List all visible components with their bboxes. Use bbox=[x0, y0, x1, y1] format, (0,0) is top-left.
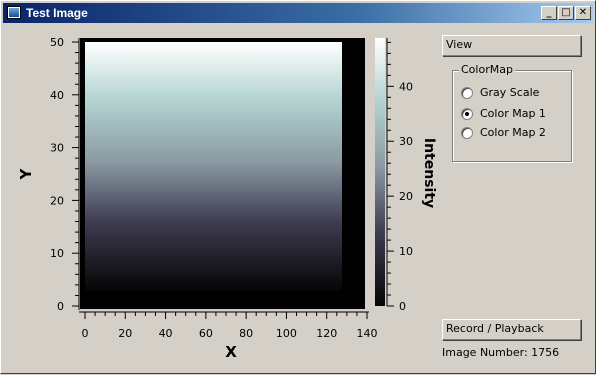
x-tick-label: 100 bbox=[276, 327, 297, 340]
image-number-label: Image Number: 1756 bbox=[442, 346, 560, 359]
colormap-group: ColorMap Gray Scale Color Map 1 Color Ma… bbox=[452, 63, 572, 162]
y-axis-label: Y bbox=[17, 167, 35, 180]
colorbar bbox=[375, 38, 385, 306]
view-button[interactable]: View bbox=[442, 35, 581, 56]
x-tick-label: 120 bbox=[316, 327, 337, 340]
x-tick-label: 140 bbox=[357, 327, 378, 340]
record-playback-button[interactable]: Record / Playback bbox=[442, 319, 581, 340]
main-window: Test Image _ □ ✕ 0 10 20 30 40 50 0 20 4… bbox=[0, 0, 596, 374]
y-tick-label: 50 bbox=[50, 36, 64, 49]
x-tick-label: 60 bbox=[199, 327, 213, 340]
colorbar-tick-label: 20 bbox=[399, 190, 413, 203]
colorbar-tick-label: 40 bbox=[399, 80, 413, 93]
radio-indicator[interactable] bbox=[461, 127, 473, 139]
y-tick-label: 30 bbox=[50, 142, 64, 155]
x-tick-label: 40 bbox=[159, 327, 173, 340]
colorbar-ticks: 0 10 20 30 40 bbox=[387, 41, 413, 313]
colorbar-tick-label: 30 bbox=[399, 135, 413, 148]
x-tick-label: 80 bbox=[239, 327, 253, 340]
colormap-group-title: ColorMap bbox=[459, 63, 515, 76]
y-tick-label: 20 bbox=[50, 194, 64, 207]
radio-label: Color Map 2 bbox=[480, 126, 546, 139]
y-tick-label: 0 bbox=[57, 300, 64, 313]
radio-indicator[interactable] bbox=[461, 87, 473, 99]
y-tick-label: 40 bbox=[50, 89, 64, 102]
y-axis-ticks: 0 10 20 30 40 50 bbox=[50, 36, 79, 313]
x-tick-label: 0 bbox=[82, 327, 89, 340]
x-axis-ticks: 0 20 40 60 80 100 120 140 bbox=[82, 312, 378, 340]
colorbar-label: Intensity bbox=[421, 138, 437, 208]
x-tick-label: 20 bbox=[118, 327, 132, 340]
colorbar-tick-label: 0 bbox=[399, 300, 406, 313]
intensity-image bbox=[85, 42, 342, 291]
y-tick-label: 10 bbox=[50, 247, 64, 260]
colorbar-tick-label: 10 bbox=[399, 245, 413, 258]
radio-label: Gray Scale bbox=[480, 86, 540, 99]
radio-indicator[interactable] bbox=[461, 108, 473, 120]
radio-label: Color Map 1 bbox=[480, 107, 546, 120]
x-axis-label: X bbox=[225, 343, 237, 361]
